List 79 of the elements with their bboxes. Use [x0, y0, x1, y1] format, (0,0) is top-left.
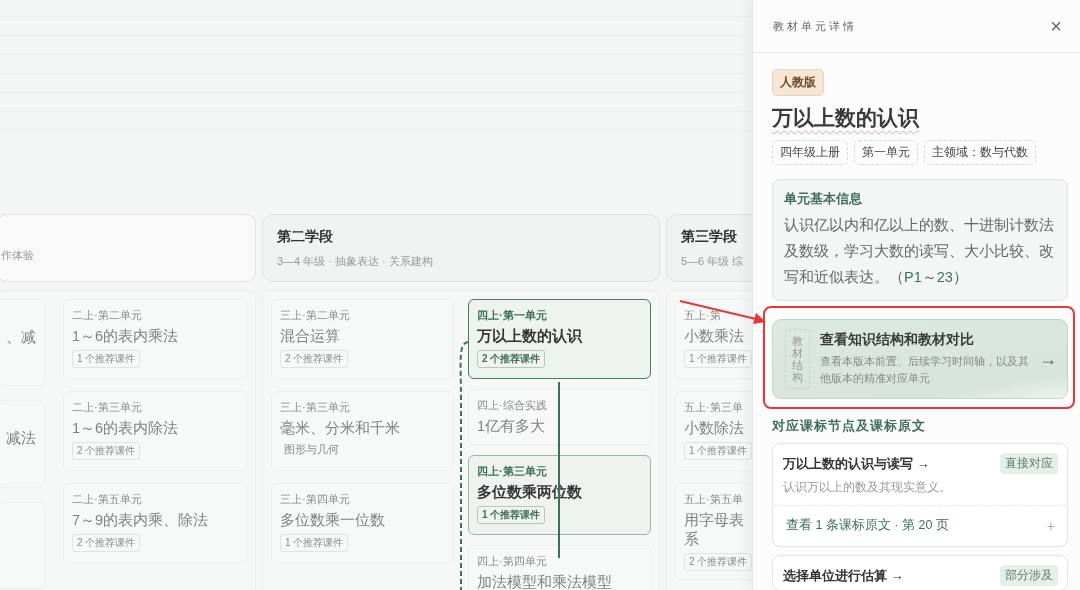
standard-title[interactable]: 万以上数的认识与读写 → [783, 454, 930, 473]
unit-card[interactable]: 二上·第五单元 7～9的表内乘、除法 2 个推荐课件 [63, 483, 247, 563]
section-title: 对应课标节点及课标原文 [772, 417, 927, 435]
courseware-count: 2 个推荐课件 [72, 534, 141, 552]
unit-card[interactable]: 二上·第二单元 1～6的表内乘法 1 个推荐课件 [63, 299, 247, 379]
unit-label: 四上·第三单元 [477, 464, 547, 479]
unit-title: 加法模型和乘法模型 [477, 573, 612, 590]
unit-title: 减法 [6, 429, 36, 449]
courseware-count: 2 个推荐课件 [477, 350, 546, 368]
unit-card[interactable]: 五上·第 小数乘法 1 个推荐课件 [675, 299, 752, 379]
unit-card[interactable]: 减法 [0, 400, 45, 488]
unit-label: 三上·第二单元 [280, 308, 350, 323]
close-button[interactable]: × [1046, 16, 1066, 36]
unit-label: 二上·第五单元 [72, 492, 142, 507]
unit-title: 1～6的表内除法 [72, 419, 179, 438]
unit-label: 五上·第三单 [684, 400, 743, 415]
stage-title: 第二学段 [277, 227, 334, 246]
unit-label: 三上·第三单元 [280, 400, 350, 415]
description-text: 认识亿以内和亿以上的数、十进制计数法及数级，学习大数的读写、大小比较、改写和近似表达。（P1～23） [784, 216, 1055, 287]
unit-title: 7～9的表内乘、除法 [72, 511, 209, 530]
unit-title: 小数除法 [684, 419, 745, 438]
standard-title[interactable]: 选择单位进行估算 → [783, 566, 904, 585]
stage-header[interactable]: 第三学段 5—6 年级 综 [666, 214, 752, 282]
card-description: 查看本版本前置、后续学习时间轴，以及其他版本的精准对应单元 [820, 353, 1029, 386]
unit-title: 用字母表系 [684, 511, 745, 549]
domain-text: 图形与几何 [283, 442, 339, 457]
tag: 四年级上册 [772, 140, 848, 165]
courseware-count: 1 个推荐课件 [72, 350, 141, 368]
unit-card[interactable]: 五上·第三单 小数除法 1 个推荐课件 [675, 391, 752, 471]
courseware-count: 1 个推荐课件 [280, 534, 349, 552]
courseware-count: 2 个推荐课件 [280, 350, 349, 368]
courseware-count: 1 个推荐课件 [477, 506, 546, 524]
stage-subtitle: 5—6 年级 综 [681, 253, 745, 269]
unit-card[interactable]: 二上·第三单元 1～6的表内除法 2 个推荐课件 [63, 391, 247, 471]
expand-icon[interactable]: + [1046, 517, 1055, 534]
unit-card[interactable]: 四上·第四单元 加法模型和乘法模型 [468, 545, 651, 590]
section-title: 单元基本信息 [784, 190, 863, 208]
arrow-icon: → [1039, 348, 1057, 370]
unit-card[interactable]: 四上·综合实践 1亿有多大 [468, 389, 651, 445]
unit-title: 、减 [6, 328, 36, 347]
stage-subtitle: 3—4 年级 · 抽象表达 · 关系建构 [277, 253, 434, 269]
unit-label: 四上·综合实践 [477, 398, 547, 413]
unit-label: 五上·第五单 [684, 492, 743, 507]
stage-header[interactable]: 第二学段 3—4 年级 · 抽象表达 · 关系建构 [262, 214, 660, 282]
courseware-count: 2 个推荐课件 [72, 442, 141, 460]
panel-heading: 教材单元详情 [773, 18, 857, 34]
tag: 主领域：数与代数 [924, 140, 1036, 165]
unit-card[interactable]: 、减 [0, 299, 45, 387]
relation-badge: 直接对应 [1000, 453, 1058, 474]
source-link[interactable]: 查看 1 条课标原文 · 第 20 页 [786, 517, 949, 534]
card-title: 查看知识结构和教材对比 [820, 330, 975, 349]
unit-title: 万以上数的认识 [772, 105, 919, 131]
unit-label: 二上·第三单元 [72, 400, 142, 415]
structure-card[interactable]: 教材结构 查看知识结构和教材对比 查看本版本前置、后续学习时间轴，以及其他版本的精准对应单元 → [772, 319, 1068, 399]
unit-label: 五上·第 [684, 308, 721, 323]
unit-label: 四上·第一单元 [477, 308, 547, 323]
unit-title: 1～6的表内乘法 [72, 327, 179, 346]
tag: 第一单元 [854, 140, 918, 165]
relation-badge: 部分涉及 [1000, 565, 1058, 586]
stage-title: 第三学段 [681, 227, 738, 246]
unit-title: 毫米、分米和千米 [280, 419, 400, 438]
unit-title: 万以上数的认识 [477, 327, 582, 346]
unit-card[interactable]: 三上·第三单元 毫米、分米和千米 图形与几何 [271, 391, 454, 471]
stage-subtitle: 作体验 [1, 248, 35, 263]
unit-title: 1亿有多大 [477, 417, 546, 436]
unit-label: 三上·第四单元 [280, 492, 350, 507]
unit-title: 多位数乘一位数 [280, 511, 385, 530]
unit-card[interactable]: 三上·第四单元 多位数乘一位数 1 个推荐课件 [271, 483, 454, 563]
stage-header[interactable]: 作体验 [0, 214, 256, 282]
unit-title: 小数乘法 [684, 327, 745, 346]
unit-card[interactable]: 四上·第一单元 万以上数的认识 2 个推荐课件 [468, 299, 651, 379]
unit-label: 四上·第四单元 [477, 554, 547, 569]
unit-label: 二上·第二单元 [72, 308, 142, 323]
standard-text: 认识万以上的数及其现实意义。 [773, 478, 1067, 506]
unit-card[interactable]: 三上·第二单元 混合运算 2 个推荐课件 [271, 299, 454, 379]
unit-title: 混合运算 [280, 327, 340, 346]
unit-card[interactable]: 五上·第五单 用字母表系 2 个推荐课件 [675, 483, 752, 580]
structure-tag: 教材结构 [785, 328, 810, 390]
edition-badge: 人教版 [772, 69, 824, 96]
